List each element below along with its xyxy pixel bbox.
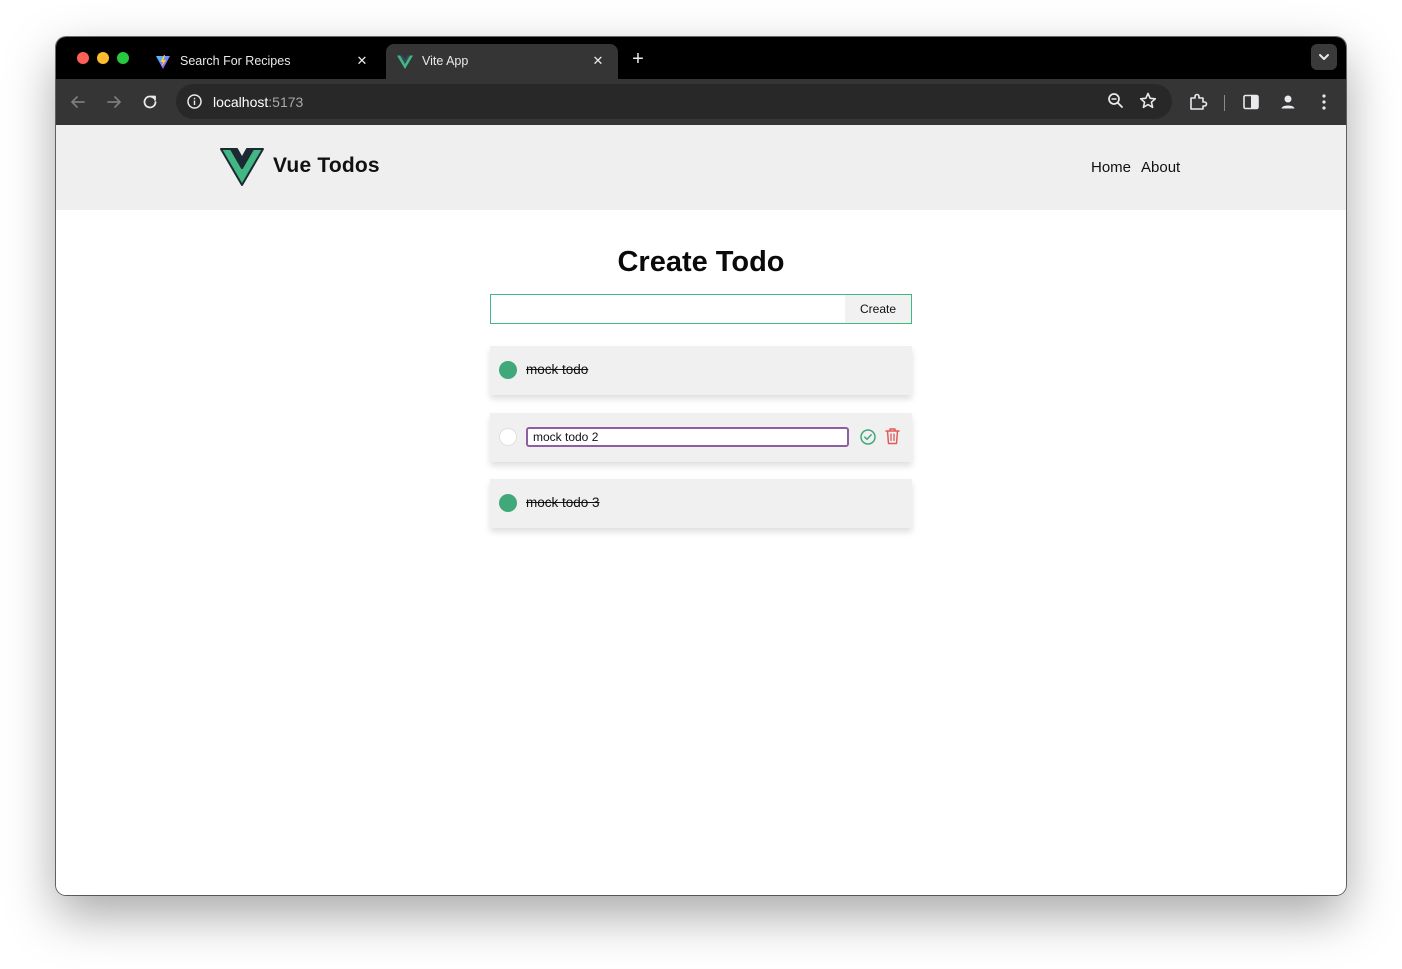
tab-search-for-recipes[interactable]: Search For Recipes ✕ (144, 44, 382, 79)
nav-home-link[interactable]: Home (1091, 159, 1131, 176)
extensions-icon[interactable] (1187, 91, 1209, 113)
browser-window: Search For Recipes ✕ Vite App ✕ + localh… (56, 37, 1346, 895)
todo-edit-input[interactable] (526, 427, 849, 447)
todo-item: mock todo 3 (490, 479, 912, 528)
nav-about-link[interactable]: About (1141, 159, 1180, 176)
vue-favicon-icon (397, 55, 413, 69)
address-bar[interactable]: localhost:5173 (176, 84, 1172, 119)
page-title: Create Todo (617, 246, 785, 278)
toolbar-divider (1224, 95, 1225, 111)
reload-icon[interactable] (139, 91, 161, 113)
todo-text[interactable]: mock todo (526, 362, 588, 377)
todo-text[interactable]: mock todo 3 (526, 495, 600, 510)
tab-title: Vite App (422, 54, 469, 68)
tab-vite-app[interactable]: Vite App ✕ (386, 44, 618, 79)
trash-icon[interactable] (884, 427, 901, 445)
tab-title: Search For Recipes (180, 54, 291, 68)
maximize-window-button[interactable] (117, 52, 129, 64)
todo-complete-checkbox[interactable] (499, 494, 517, 512)
todo-item: mock todo (490, 346, 912, 395)
tab-close-icon[interactable]: ✕ (352, 51, 372, 71)
create-todo-input[interactable] (491, 295, 845, 323)
tab-strip: Search For Recipes ✕ Vite App ✕ + (56, 37, 1346, 79)
tab-close-icon[interactable]: ✕ (588, 51, 608, 71)
bookmark-star-icon[interactable] (1137, 90, 1159, 112)
vite-favicon-icon (156, 55, 170, 69)
site-info-icon[interactable] (186, 93, 203, 110)
todo-item (490, 413, 912, 462)
new-tab-button[interactable]: + (626, 47, 650, 71)
page-content: Vue Todos Home About Create Todo Create … (56, 125, 1346, 895)
vue-logo-icon[interactable] (220, 147, 264, 187)
site-title: Vue Todos (273, 154, 380, 177)
address-url: localhost:5173 (213, 94, 303, 110)
tab-search-button[interactable] (1311, 44, 1337, 70)
minimize-window-button[interactable] (97, 52, 109, 64)
zoom-icon[interactable] (1105, 90, 1127, 112)
todo-complete-checkbox[interactable] (499, 428, 517, 446)
profile-icon[interactable] (1277, 91, 1299, 113)
forward-arrow-icon[interactable] (103, 91, 125, 113)
create-button[interactable]: Create (845, 295, 911, 323)
todo-complete-checkbox[interactable] (499, 361, 517, 379)
back-arrow-icon[interactable] (67, 91, 89, 113)
chevron-down-icon (1319, 54, 1329, 60)
url-port: :5173 (268, 94, 304, 110)
url-host: localhost (213, 94, 269, 110)
site-header: Vue Todos Home About (56, 125, 1346, 210)
create-todo-form: Create (490, 294, 912, 324)
side-panel-icon[interactable] (1240, 91, 1262, 113)
check-circle-icon[interactable] (859, 428, 877, 446)
browser-toolbar: localhost:5173 (56, 79, 1346, 125)
more-menu-icon[interactable] (1313, 91, 1335, 113)
close-window-button[interactable] (77, 52, 89, 64)
